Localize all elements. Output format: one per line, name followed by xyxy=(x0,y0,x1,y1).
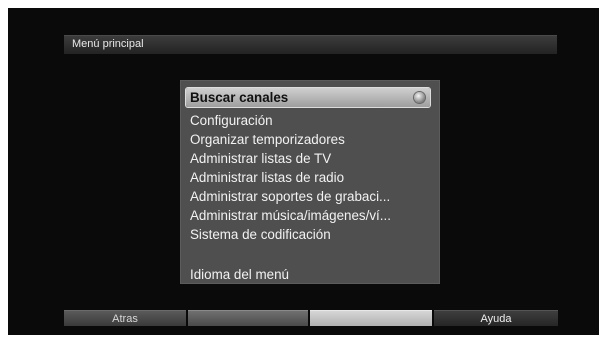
menu-item-label: Administrar música/imágenes/ví... xyxy=(190,208,391,223)
main-menu: Buscar canales Configuración Organizar t… xyxy=(180,80,440,284)
menu-item-musica-imagenes[interactable]: Administrar música/imágenes/ví... xyxy=(186,206,430,225)
page-title: Menú principal xyxy=(72,38,144,50)
menu-item-listas-radio[interactable]: Administrar listas de radio xyxy=(186,168,430,187)
title-bar: Menú principal xyxy=(64,35,557,54)
menu-item-idioma-menu[interactable]: Idioma del menú xyxy=(186,265,430,284)
menu-item-label: Administrar listas de TV xyxy=(190,151,332,166)
green-key-button[interactable] xyxy=(188,310,308,326)
menu-item-label: Administrar listas de radio xyxy=(190,170,345,185)
menu-item-label: Buscar canales xyxy=(190,90,289,105)
menu-item-label: Idioma del menú xyxy=(190,267,289,282)
menu-item-organizar-temporizadores[interactable]: Organizar temporizadores xyxy=(186,130,430,149)
tv-screen: Menú principal Buscar canales Configurac… xyxy=(8,8,599,335)
ok-dot-icon xyxy=(414,92,425,103)
menu-item-label: Organizar temporizadores xyxy=(190,132,345,147)
menu-item-buscar-canales[interactable]: Buscar canales xyxy=(186,88,430,107)
yellow-key-button[interactable] xyxy=(310,310,432,326)
menu-item-label: Sistema de codificación xyxy=(190,227,331,242)
menu-item-configuracion[interactable]: Configuración xyxy=(186,111,430,130)
menu-item-label: Administrar soportes de grabaci... xyxy=(190,189,391,204)
menu-item-soportes-grabacion[interactable]: Administrar soportes de grabaci... xyxy=(186,187,430,206)
menu-item-sistema-codificacion[interactable]: Sistema de codificación xyxy=(186,225,430,244)
back-button[interactable]: Atras xyxy=(64,310,186,326)
menu-item-label: Configuración xyxy=(190,113,273,128)
help-button[interactable]: Ayuda xyxy=(434,310,558,326)
page: Menú principal Buscar canales Configurac… xyxy=(0,0,607,345)
menu-item-listas-tv[interactable]: Administrar listas de TV xyxy=(186,149,430,168)
